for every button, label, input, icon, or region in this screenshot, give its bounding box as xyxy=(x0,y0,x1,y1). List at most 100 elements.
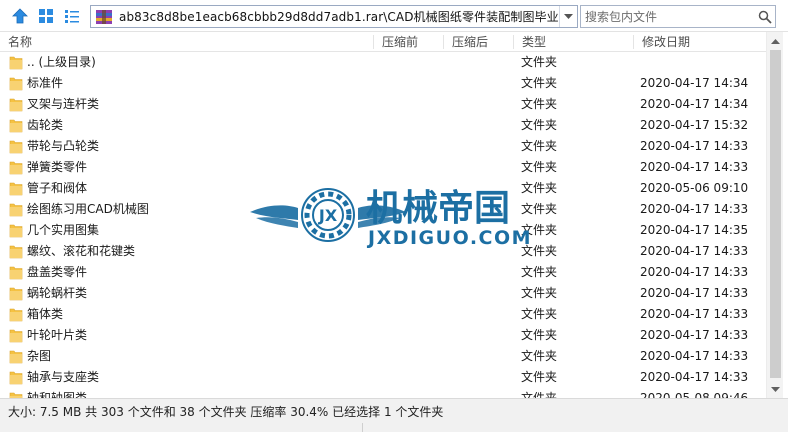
folder-icon xyxy=(9,202,23,217)
folder-icon xyxy=(9,76,23,91)
table-row[interactable]: 带轮与凸轮类 文件夹 2020-04-17 14:33 xyxy=(0,136,766,157)
row-name: 齿轮类 xyxy=(27,118,64,132)
row-name: 盘盖类零件 xyxy=(27,265,88,279)
table-row[interactable]: 盘盖类零件 文件夹 2020-04-17 14:33 xyxy=(0,262,766,283)
scrollbar-thumb[interactable] xyxy=(770,50,781,378)
row-type: 文件夹 xyxy=(521,181,558,195)
column-type[interactable]: 类型 xyxy=(514,32,546,52)
rar-archive-icon xyxy=(95,9,113,25)
column-compressed[interactable]: 压缩前 xyxy=(374,32,418,52)
row-date: 2020-04-17 14:33 xyxy=(640,328,749,342)
folder-icon xyxy=(9,160,23,175)
table-row[interactable]: 弹簧类零件 文件夹 2020-04-17 14:33 xyxy=(0,157,766,178)
status-text: 大小: 7.5 MB 共 303 个文件和 38 个文件夹 压缩率 30.4% … xyxy=(8,405,444,419)
folder-icon xyxy=(9,265,23,280)
table-row[interactable]: 螺纹、滚花和花键类 文件夹 2020-04-17 14:33 xyxy=(0,241,766,262)
folder-icon xyxy=(9,286,23,301)
row-type: 文件夹 xyxy=(521,307,558,321)
table-row[interactable]: 轴和轴图类 文件夹 2020-05-08 09:46 xyxy=(0,388,766,398)
folder-icon xyxy=(9,97,23,112)
row-date: 2020-04-17 14:33 xyxy=(640,265,749,279)
folder-icon xyxy=(9,181,23,196)
row-type: 文件夹 xyxy=(521,55,558,69)
column-modified[interactable]: 修改日期 xyxy=(634,32,690,52)
folder-icon xyxy=(9,349,23,364)
table-row[interactable]: 杂图 文件夹 2020-04-17 14:33 xyxy=(0,346,766,367)
column-header: 名称 压缩前 压缩后 类型 修改日期 xyxy=(0,32,766,52)
row-date: 2020-04-17 14:33 xyxy=(640,370,749,384)
row-date: 2020-04-17 14:33 xyxy=(640,160,749,174)
row-name: 绘图练习用CAD机械图 xyxy=(27,202,149,216)
vertical-scrollbar[interactable] xyxy=(766,32,783,398)
list-view-icon[interactable] xyxy=(62,6,82,26)
toolbar: ab83c8d8be1eacb68cbbb29d8dd7adb1.rar\CAD… xyxy=(0,0,788,32)
row-date: 2020-04-17 14:34 xyxy=(640,97,749,111)
folder-icon xyxy=(9,139,23,154)
row-date: 2020-05-06 09:10 xyxy=(640,181,749,195)
row-name: 几个实用图集 xyxy=(27,223,100,237)
table-row[interactable]: 叶轮叶片类 文件夹 2020-04-17 14:33 xyxy=(0,325,766,346)
folder-icon xyxy=(9,118,23,133)
row-type: 文件夹 xyxy=(521,244,558,258)
row-type: 文件夹 xyxy=(521,286,558,300)
scroll-down-icon[interactable] xyxy=(767,381,784,398)
row-date: 2020-04-17 14:33 xyxy=(640,202,749,216)
status-divider xyxy=(362,423,363,432)
table-row[interactable]: 轴承与支座类 文件夹 2020-04-17 14:33 xyxy=(0,367,766,388)
row-type: 文件夹 xyxy=(521,328,558,342)
row-type: 文件夹 xyxy=(521,370,558,384)
up-arrow-icon[interactable] xyxy=(10,6,30,26)
row-date: 2020-05-08 09:46 xyxy=(640,391,749,398)
row-date: 2020-04-17 15:32 xyxy=(640,118,749,132)
table-row[interactable]: 叉架与连杆类 文件夹 2020-04-17 14:34 xyxy=(0,94,766,115)
table-row[interactable]: 绘图练习用CAD机械图 文件夹 2020-04-17 14:33 xyxy=(0,199,766,220)
column-name[interactable]: 名称 xyxy=(0,32,32,52)
row-type: 文件夹 xyxy=(521,265,558,279)
column-after[interactable]: 压缩后 xyxy=(444,32,488,52)
row-type: 文件夹 xyxy=(521,118,558,132)
row-type: 文件夹 xyxy=(521,223,558,237)
scroll-up-icon[interactable] xyxy=(767,32,784,49)
folder-icon xyxy=(9,223,23,238)
row-date: 2020-04-17 14:33 xyxy=(640,307,749,321)
folder-icon xyxy=(9,328,23,343)
folder-icon xyxy=(9,55,23,70)
row-name: 箱体类 xyxy=(27,307,64,321)
row-type: 文件夹 xyxy=(521,139,558,153)
chevron-down-icon[interactable] xyxy=(559,6,577,27)
row-name: .. (上级目录) xyxy=(27,55,96,69)
search-icon[interactable] xyxy=(755,7,775,27)
row-type: 文件夹 xyxy=(521,97,558,111)
row-date: 2020-04-17 14:33 xyxy=(640,349,749,363)
table-row[interactable]: 管子和阀体 文件夹 2020-05-06 09:10 xyxy=(0,178,766,199)
row-name: 叶轮叶片类 xyxy=(27,328,88,342)
folder-icon xyxy=(9,244,23,259)
table-row[interactable]: 箱体类 文件夹 2020-04-17 14:33 xyxy=(0,304,766,325)
search-input[interactable] xyxy=(585,9,755,24)
table-row[interactable]: 蜗轮蜗杆类 文件夹 2020-04-17 14:33 xyxy=(0,283,766,304)
row-name: 螺纹、滚花和花键类 xyxy=(27,244,136,258)
row-name: 带轮与凸轮类 xyxy=(27,139,100,153)
row-date: 2020-04-17 14:33 xyxy=(640,139,749,153)
status-bar: 大小: 7.5 MB 共 303 个文件和 38 个文件夹 压缩率 30.4% … xyxy=(0,398,788,432)
folder-icon xyxy=(9,307,23,322)
row-name: 杂图 xyxy=(27,349,52,363)
row-name: 弹簧类零件 xyxy=(27,160,88,174)
row-name: 管子和阀体 xyxy=(27,181,88,195)
row-name: 标准件 xyxy=(27,76,64,90)
table-row[interactable]: .. (上级目录) 文件夹 xyxy=(0,52,766,73)
row-date: 2020-04-17 14:34 xyxy=(640,76,749,90)
row-name: 蜗轮蜗杆类 xyxy=(27,286,88,300)
thumbnails-view-icon[interactable] xyxy=(36,6,56,26)
table-row[interactable]: 齿轮类 文件夹 2020-04-17 15:32 xyxy=(0,115,766,136)
row-name: 轴承与支座类 xyxy=(27,370,100,384)
table-row[interactable]: 几个实用图集 文件夹 2020-04-17 14:35 xyxy=(0,220,766,241)
path-text: ab83c8d8be1eacb68cbbb29d8dd7adb1.rar\CAD… xyxy=(119,10,559,24)
row-name: 叉架与连杆类 xyxy=(27,97,100,111)
search-field[interactable] xyxy=(580,5,776,28)
folder-icon xyxy=(9,370,23,385)
table-row[interactable]: 标准件 文件夹 2020-04-17 14:34 xyxy=(0,73,766,94)
row-type: 文件夹 xyxy=(521,202,558,216)
row-date: 2020-04-17 14:33 xyxy=(640,244,749,258)
path-bar[interactable]: ab83c8d8be1eacb68cbbb29d8dd7adb1.rar\CAD… xyxy=(90,5,578,28)
